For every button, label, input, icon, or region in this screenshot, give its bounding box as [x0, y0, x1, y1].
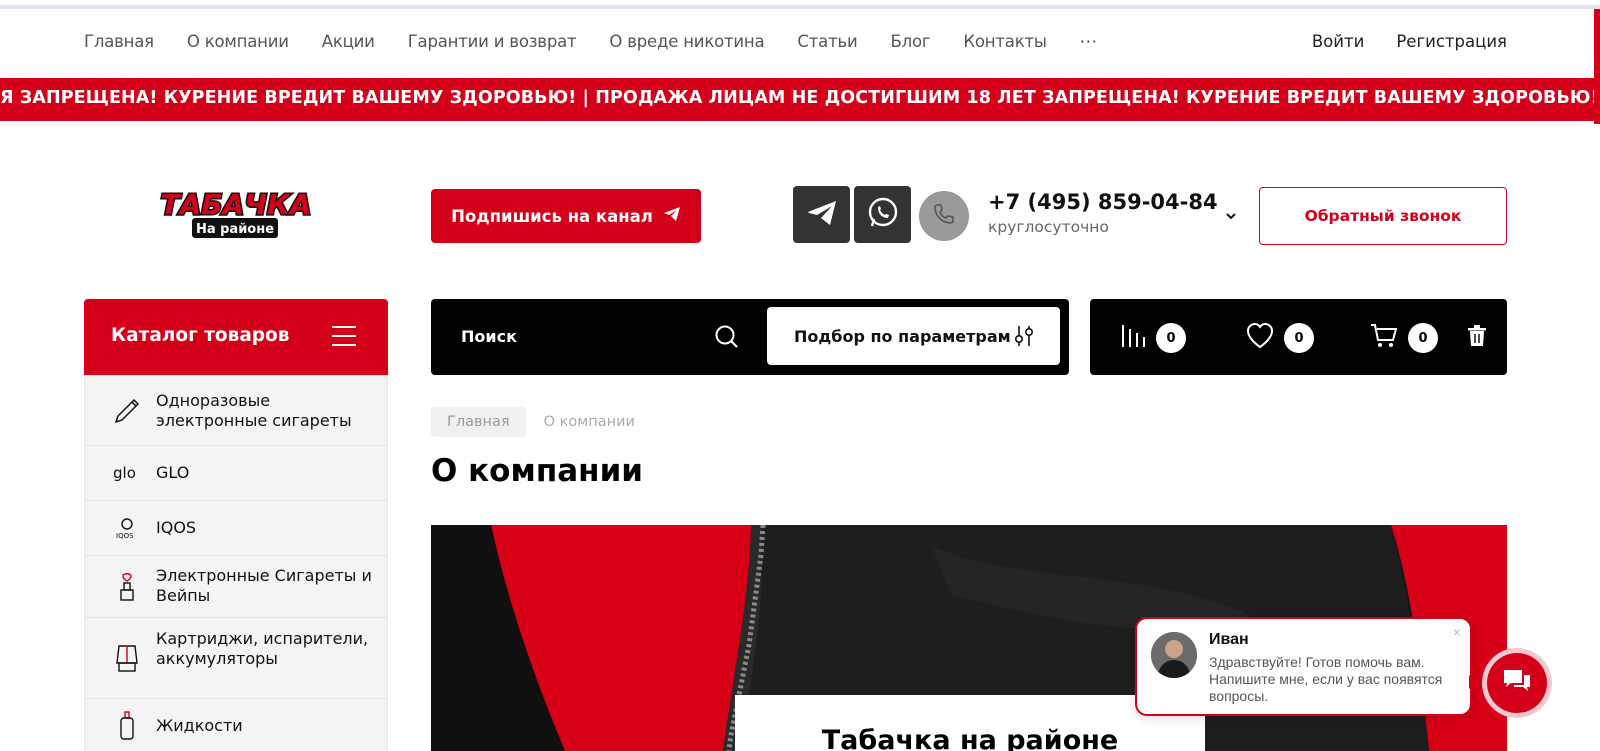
phone-number[interactable]: +7 (495) 859-04-84	[988, 190, 1218, 214]
catalog-item-label: Электронные Сигареты и Вейпы	[156, 566, 372, 605]
site-header: ТАБАЧКА На районе Подпишись на канал +7 …	[0, 160, 1600, 260]
catalog-item-label: Картриджи, испарители, аккумуляторы	[156, 629, 369, 668]
page-title: О компании	[431, 453, 644, 489]
phone-hours: круглосуточно	[988, 218, 1109, 236]
svg-text:На районе: На районе	[196, 222, 274, 237]
cart-count-badge: 0	[1408, 323, 1438, 353]
nav-item-about[interactable]: О компании	[187, 32, 289, 51]
site-logo[interactable]: ТАБАЧКА На районе	[150, 186, 322, 242]
catalog-item-vapes[interactable]: Электронные Сигареты и Вейпы	[85, 556, 387, 618]
nav-item-blog[interactable]: Блог	[891, 32, 931, 51]
operator-name: Иван	[1209, 631, 1249, 648]
cart-icon	[1370, 323, 1398, 353]
search-input[interactable]: Поиск	[461, 327, 517, 346]
catalog-list: Одноразовые электронные сигареты glo GLO…	[84, 375, 388, 751]
breadcrumb-home[interactable]: Главная	[431, 407, 526, 437]
subscribe-channel-button[interactable]: Подпишись на канал	[431, 189, 701, 243]
search-icon[interactable]	[714, 324, 740, 350]
chat-bubbles-icon	[1502, 668, 1532, 698]
whatsapp-icon	[866, 196, 900, 234]
favorites-button[interactable]: 0	[1246, 322, 1314, 353]
catalog-item-label: GLO	[156, 463, 190, 482]
glo-icon: glo	[112, 458, 142, 488]
nav-item-contacts[interactable]: Контакты	[963, 32, 1047, 51]
catalog-item-liquids[interactable]: Жидкости	[85, 699, 387, 751]
login-link[interactable]: Войти	[1312, 32, 1364, 51]
warning-ticker: Я ЗАПРЕЩЕНА! КУРЕНИЕ ВРЕДИТ ВАШЕМУ ЗДОРО…	[0, 78, 1594, 121]
chat-message: Здравствуйте! Готов помочь вам. Напишите…	[1209, 654, 1443, 704]
chat-button-inner	[1487, 653, 1547, 713]
vape-icon	[112, 572, 142, 602]
user-actions-bar: 0 0 0	[1090, 299, 1507, 375]
phone-call-button[interactable]	[919, 191, 969, 241]
nav-item-promotions[interactable]: Акции	[322, 32, 375, 51]
right-edge-bar	[1594, 9, 1600, 124]
register-link[interactable]: Регистрация	[1396, 32, 1507, 51]
pen-icon	[112, 396, 142, 426]
telegram-icon	[806, 199, 838, 231]
whatsapp-button[interactable]	[854, 186, 911, 243]
clear-cart-button[interactable]	[1467, 323, 1487, 353]
svg-text:ТАБАЧКА: ТАБАЧКА	[161, 188, 312, 221]
search-bar: Поиск Подбор по параметрам	[431, 299, 1069, 375]
breadcrumb: Главная О компании	[431, 407, 635, 437]
compare-bars-icon	[1120, 323, 1146, 353]
catalog-item-cartridges[interactable]: Картриджи, испарители, аккумуляторы	[85, 618, 387, 699]
hero-heading: Табачка на районе	[821, 725, 1119, 751]
subscribe-label: Подпишись на канал	[451, 206, 653, 226]
nav-item-home[interactable]: Главная	[84, 32, 154, 51]
svg-text:glo: glo	[113, 464, 136, 482]
catalog-item-label: IQOS	[156, 518, 197, 537]
filter-label: Подбор по параметрам	[794, 326, 1011, 346]
nav-item-nicotine-harm[interactable]: О вреде никотина	[609, 32, 764, 51]
bottle-icon	[112, 711, 142, 741]
chevron-down-icon[interactable]	[1224, 207, 1238, 220]
catalog-title: Каталог товаров	[111, 325, 290, 346]
favorites-count-badge: 0	[1284, 323, 1314, 353]
iqos-icon: IQOS	[112, 513, 142, 543]
top-navigation: Главная О компании Акции Гарантии и возв…	[0, 9, 1600, 77]
chat-popup-tail	[1469, 675, 1478, 689]
catalog-item-disposables[interactable]: Одноразовые электронные сигареты	[85, 376, 387, 446]
chat-popup[interactable]: Иван Здравствуйте! Готов помочь вам. Нап…	[1135, 617, 1472, 716]
top-menu: Главная О компании Акции Гарантии и возв…	[84, 32, 1131, 51]
auth-links: Войти Регистрация	[1312, 32, 1507, 51]
compare-button[interactable]: 0	[1120, 323, 1186, 353]
menu-burger-icon	[332, 325, 356, 347]
filter-sliders-icon	[1012, 324, 1036, 352]
compare-count-badge: 0	[1156, 323, 1186, 353]
catalog-item-iqos[interactable]: IQOS IQOS	[85, 501, 387, 556]
trash-icon	[1467, 325, 1487, 351]
telegram-button[interactable]	[793, 186, 850, 243]
operator-avatar	[1151, 632, 1197, 678]
svg-text:IQOS: IQOS	[116, 532, 134, 540]
telegram-plane-icon	[663, 206, 681, 226]
cartridge-icon	[112, 643, 142, 673]
nav-more-button[interactable]: ···	[1080, 32, 1098, 51]
chat-open-button[interactable]	[1482, 648, 1552, 718]
callback-button[interactable]: Обратный звонок	[1259, 187, 1507, 245]
breadcrumb-current: О компании	[543, 414, 635, 430]
nav-item-articles[interactable]: Статьи	[797, 32, 857, 51]
catalog-item-glo[interactable]: glo GLO	[85, 446, 387, 501]
phone-icon	[933, 203, 955, 229]
nav-item-guarantees[interactable]: Гарантии и возврат	[408, 32, 577, 51]
catalog-item-label: Жидкости	[156, 716, 243, 735]
heart-icon	[1246, 322, 1274, 353]
cart-button[interactable]: 0	[1370, 323, 1438, 353]
catalog-item-label: Одноразовые электронные сигареты	[156, 391, 352, 430]
catalog-header[interactable]: Каталог товаров	[84, 299, 388, 375]
ticker-text: Я ЗАПРЕЩЕНА! КУРЕНИЕ ВРЕДИТ ВАШЕМУ ЗДОРО…	[0, 88, 1594, 108]
top-accent-bar	[0, 0, 1600, 9]
close-icon[interactable]: ×	[1453, 624, 1461, 640]
filter-params-button[interactable]: Подбор по параметрам	[767, 307, 1060, 365]
